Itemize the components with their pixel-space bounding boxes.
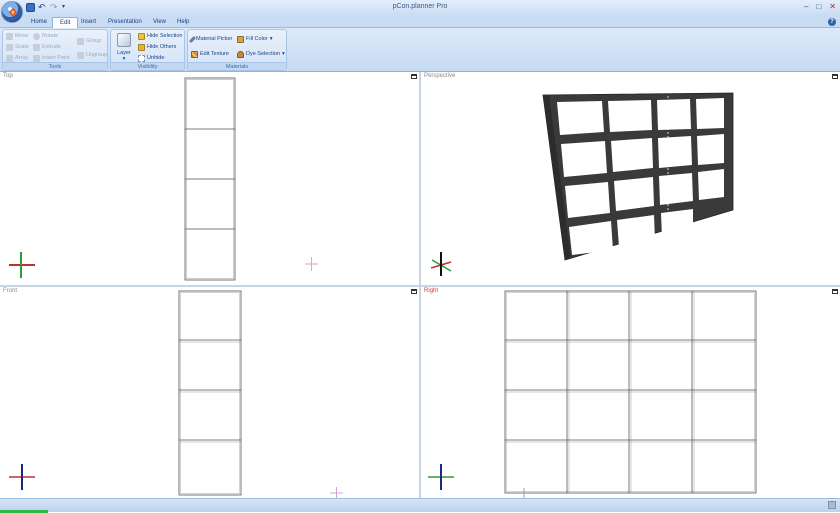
shelf-outline [178, 290, 242, 496]
viewport-perspective[interactable]: Perspective [421, 72, 840, 285]
ribbon-tab-bar: Home Edit Insert Presentation View Help … [0, 16, 840, 28]
move-button[interactable]: Move [6, 32, 28, 40]
viewport-top[interactable]: Top [0, 72, 419, 285]
window-controls: – □ ✕ [804, 2, 836, 11]
right-view-drawing [428, 290, 757, 498]
shelf-opening [696, 98, 724, 129]
shelf-opening [657, 99, 691, 130]
minimize-button[interactable]: – [804, 2, 808, 11]
maximize-button[interactable]: □ [816, 2, 821, 11]
tab-help[interactable]: Help [170, 17, 196, 28]
viewport-front[interactable]: Front [0, 287, 419, 498]
shelf-opening [617, 215, 655, 247]
front-view-drawing [9, 290, 343, 498]
ungroup-button[interactable]: Ungroup [77, 51, 107, 59]
window-title: pCon.planner Pro [392, 3, 448, 10]
tab-home[interactable]: Home [24, 17, 54, 28]
layer-icon [117, 33, 131, 47]
shelf-opening [658, 136, 692, 168]
viewport-splitter-horizontal[interactable] [0, 285, 840, 287]
hide-selection-button[interactable]: Hide Selection [138, 32, 182, 40]
tab-view[interactable]: View [146, 17, 173, 28]
fill-color-button[interactable]: Fill Color ▾ [237, 35, 272, 43]
help-icon[interactable]: ? [828, 18, 836, 26]
tools-group: Move Rotate Scale Extrude Array Insert P… [2, 29, 108, 71]
rotate-button[interactable]: Rotate [33, 32, 58, 40]
status-panel-icon[interactable] [828, 501, 836, 509]
array-button[interactable]: Array [6, 54, 28, 62]
material-picker-button[interactable]: Material Picker [188, 35, 232, 43]
shelf-inner-outline [180, 292, 240, 494]
shelf-opening [569, 221, 613, 255]
insert-point-button[interactable]: Insert Point [33, 54, 70, 62]
scale-icon [6, 43, 13, 51]
visibility-group: Layer ▾ Hide Selection Hide Others Unhid… [110, 29, 185, 71]
edit-texture-button[interactable]: Edit Texture [191, 50, 229, 58]
array-icon [6, 54, 13, 62]
group-icon [77, 37, 84, 45]
status-bar [0, 498, 840, 513]
materials-group: Material Picker Fill Color ▾ Edit Texture… [187, 29, 287, 71]
shelf-opening [608, 100, 652, 132]
hide-others-button[interactable]: Hide Others [138, 43, 176, 51]
shelf-opening [698, 169, 724, 200]
shelf-opening [565, 182, 610, 218]
fill-color-icon [237, 35, 244, 43]
rotate-icon [33, 32, 40, 40]
shelf-grid [505, 291, 756, 493]
viewport-right[interactable]: Right [421, 287, 840, 498]
tools-group-label: Tools [3, 62, 107, 70]
unhide-button[interactable]: Unhide [138, 54, 164, 62]
materials-group-label: Materials [188, 62, 286, 70]
ungroup-icon [77, 51, 84, 59]
perspective-view-drawing [430, 92, 734, 276]
shelf-opening [614, 177, 654, 211]
shelf-opening [611, 138, 653, 172]
insert-point-icon [33, 54, 40, 62]
visibility-group-label: Visibility [111, 62, 184, 70]
close-button[interactable]: ✕ [829, 2, 836, 11]
dye-selection-button[interactable]: Dye Selection ▾ [237, 50, 285, 58]
scale-button[interactable]: Scale [6, 43, 29, 51]
app-orb-icon[interactable] [1, 1, 23, 23]
shelf-opening [561, 141, 607, 177]
hide-others-icon [138, 43, 145, 51]
layer-button[interactable]: Layer ▾ [113, 31, 135, 63]
extrude-button[interactable]: Extrude [33, 43, 61, 51]
group-button[interactable]: Group [77, 37, 101, 45]
move-icon [6, 32, 13, 40]
shelf-opening [697, 134, 724, 165]
app-logo-icon [9, 8, 17, 17]
ribbon: Move Rotate Scale Extrude Array Insert P… [0, 28, 840, 72]
shelf-opening [557, 101, 604, 135]
dye-selection-icon [237, 50, 244, 58]
edit-texture-icon [191, 50, 198, 58]
extrude-icon [33, 43, 40, 51]
tab-presentation[interactable]: Presentation [101, 17, 149, 28]
tab-insert[interactable]: Insert [74, 17, 103, 28]
top-view-drawing [9, 77, 318, 281]
material-picker-icon [188, 35, 197, 43]
shelf-opening [659, 173, 693, 205]
hide-selection-icon [138, 32, 145, 40]
unhide-icon [138, 54, 145, 62]
shelf-opening [661, 209, 693, 238]
title-bar: ↶ ↷ ▾ pCon.planner Pro – □ ✕ [0, 0, 840, 23]
